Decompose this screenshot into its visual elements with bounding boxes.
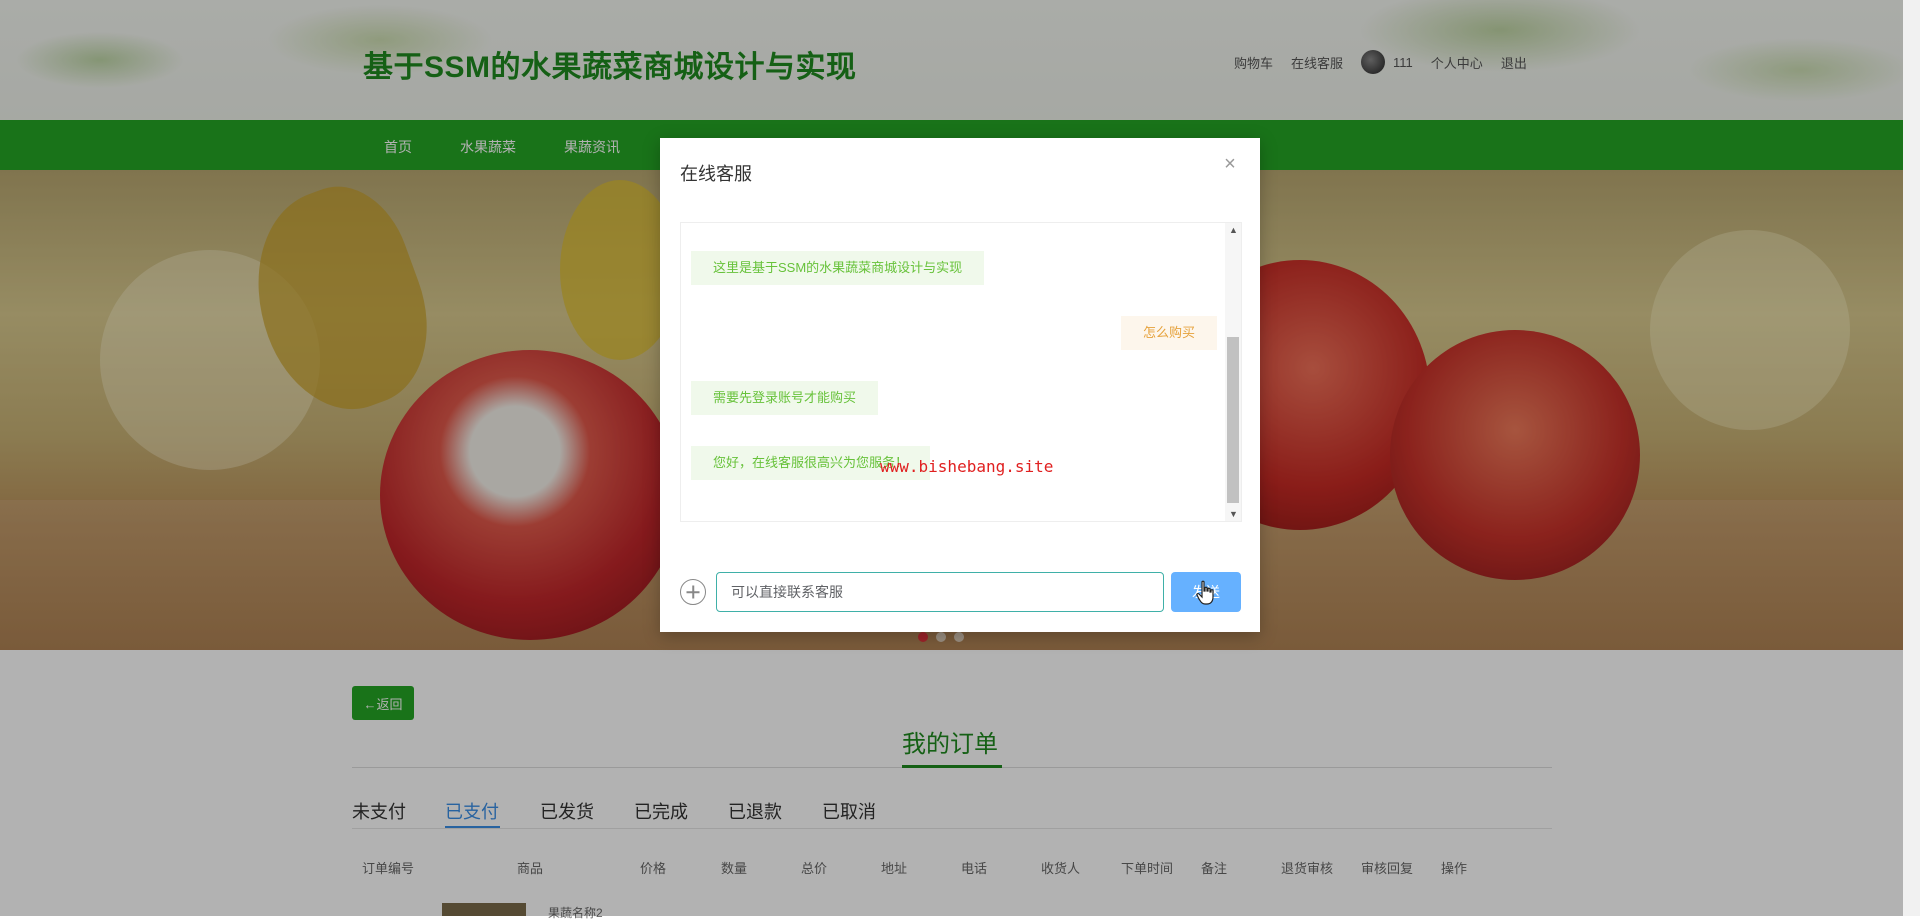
- close-icon[interactable]: ×: [1220, 154, 1240, 174]
- chat-scrollbar[interactable]: ▲ ▼: [1225, 223, 1241, 521]
- scrollbar-thumb[interactable]: [1227, 337, 1239, 503]
- chat-messages[interactable]: 这里是基于SSM的水果蔬菜商城设计与实现 怎么购买 需要先登录账号才能购买 您好…: [680, 222, 1242, 522]
- scroll-up-icon[interactable]: ▲: [1229, 225, 1238, 235]
- chat-message-user: 怎么购买: [1120, 316, 1217, 350]
- scroll-down-icon[interactable]: ▼: [1229, 509, 1238, 519]
- hand-cursor-icon: [1196, 580, 1214, 605]
- page-scrollbar[interactable]: [1903, 0, 1920, 916]
- chat-message-service: 这里是基于SSM的水果蔬菜商城设计与实现: [691, 251, 985, 285]
- dialog-title: 在线客服: [680, 164, 752, 184]
- chat-input[interactable]: [716, 572, 1164, 612]
- online-service-dialog: 在线客服 × 这里是基于SSM的水果蔬菜商城设计与实现 怎么购买 需要先登录账号…: [660, 138, 1260, 632]
- add-attachment-icon[interactable]: [680, 579, 706, 605]
- chat-message-service: 需要先登录账号才能购买: [691, 381, 879, 415]
- watermark-text: www.bishebang.site: [880, 457, 1054, 476]
